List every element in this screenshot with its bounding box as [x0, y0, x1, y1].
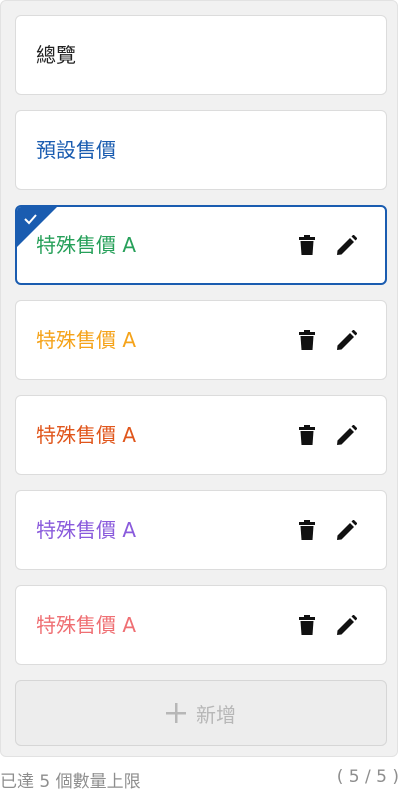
card-label: 特殊售價 A: [36, 233, 137, 257]
footer: 已達 5 個數量上限 ( 5 / 5 ): [0, 764, 400, 792]
add-button-label: 新增: [196, 702, 236, 727]
add-button[interactable]: 新增: [15, 680, 387, 746]
trash-icon[interactable]: [296, 234, 318, 256]
card-special-price-3[interactable]: 特殊售價 A: [15, 395, 387, 475]
price-list-panel: 總覽 預設售價 特殊售價 A 特殊售價 A 特殊售價 A 特殊售價 A 特殊售價…: [0, 0, 398, 757]
card-label: 特殊售價 A: [36, 518, 137, 542]
pencil-icon[interactable]: [336, 234, 358, 256]
card-actions: [296, 329, 358, 351]
trash-icon[interactable]: [296, 519, 318, 541]
trash-icon[interactable]: [296, 424, 318, 446]
card-special-price-2[interactable]: 特殊售價 A: [15, 300, 387, 380]
pencil-icon[interactable]: [336, 519, 358, 541]
card-special-price-1[interactable]: 特殊售價 A: [15, 205, 387, 285]
card-label: 預設售價: [36, 138, 116, 162]
trash-icon[interactable]: [296, 329, 318, 351]
pencil-icon[interactable]: [336, 329, 358, 351]
card-label: 特殊售價 A: [36, 328, 137, 352]
trash-icon[interactable]: [296, 614, 318, 636]
card-actions: [296, 519, 358, 541]
item-count: ( 5 / 5 ): [336, 767, 399, 787]
card-label: 特殊售價 A: [36, 423, 137, 447]
card-actions: [296, 234, 358, 256]
card-overview[interactable]: 總覽: [15, 15, 387, 95]
card-special-price-4[interactable]: 特殊售價 A: [15, 490, 387, 570]
plus-icon: [166, 703, 186, 723]
card-label: 特殊售價 A: [36, 613, 137, 637]
card-label: 總覽: [36, 43, 76, 67]
card-special-price-5[interactable]: 特殊售價 A: [15, 585, 387, 665]
card-actions: [296, 424, 358, 446]
pencil-icon[interactable]: [336, 424, 358, 446]
pencil-icon[interactable]: [336, 614, 358, 636]
card-default-price[interactable]: 預設售價: [15, 110, 387, 190]
limit-message: 已達 5 個數量上限: [0, 772, 141, 792]
card-actions: [296, 614, 358, 636]
